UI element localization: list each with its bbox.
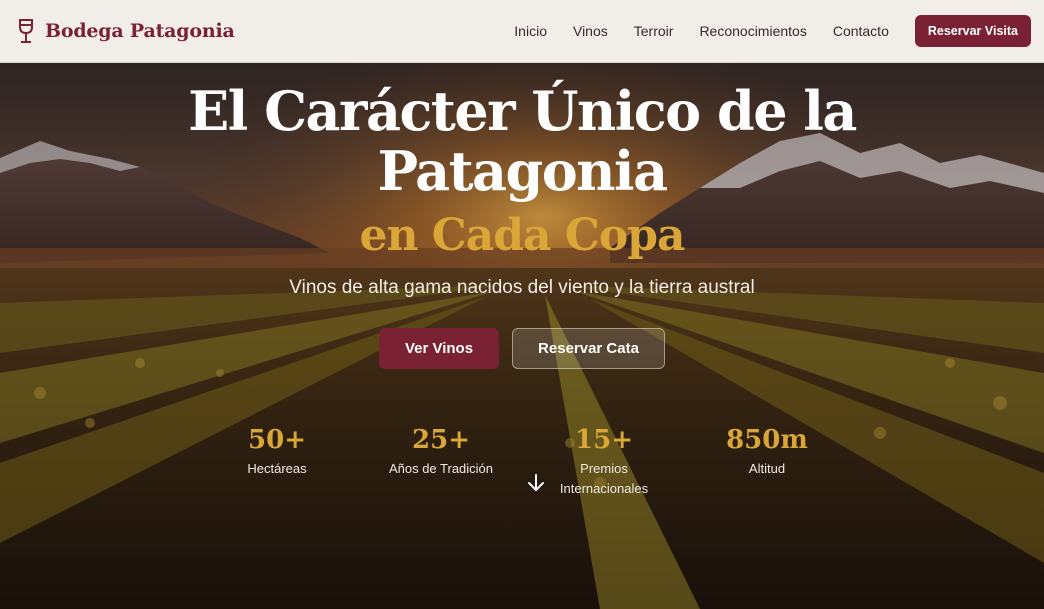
stat-hectareas: 50+ Hectáreas xyxy=(197,422,357,479)
stats-row: 50+ Hectáreas 25+ Años de Tradición 15+ … xyxy=(0,422,1044,512)
brand-name: Bodega Patagonia xyxy=(45,20,235,42)
brand-logo[interactable]: Bodega Patagonia xyxy=(17,18,235,44)
nav-link-inicio[interactable]: Inicio xyxy=(514,23,547,39)
hero-title-accent: en Cada Copa xyxy=(359,210,685,261)
stat-value: 850m xyxy=(726,425,808,455)
nav-link-terroir[interactable]: Terroir xyxy=(634,23,674,39)
hero-title-line1: El Carácter Único de la xyxy=(188,79,857,143)
stat-value: 25+ xyxy=(412,425,470,455)
arrow-down-icon[interactable] xyxy=(526,473,546,493)
stat-label: Hectáreas xyxy=(247,461,307,476)
stat-label: Años de Tradición xyxy=(388,461,494,476)
stat-anos: 25+ Años de Tradición xyxy=(361,422,521,479)
ver-vinos-button[interactable]: Ver Vinos xyxy=(379,328,499,369)
reservar-cata-button[interactable]: Reservar Cata xyxy=(512,328,665,369)
stat-value: 15+ xyxy=(575,425,633,455)
reservar-visita-button[interactable]: Reservar Visita xyxy=(914,15,1031,47)
hero-title-line2: Patagonia xyxy=(377,139,668,203)
hero-subtitle: Vinos de alta gama nacidos del viento y … xyxy=(289,277,755,298)
hero-title: El Carácter Único de la Patagonia xyxy=(0,81,1044,201)
nav-link-contacto[interactable]: Contacto xyxy=(833,23,889,39)
stat-altitud: 850m Altitud xyxy=(687,422,847,479)
wine-glass-icon xyxy=(19,19,33,43)
stat-premios: 15+ Premios Internacionales xyxy=(524,422,684,499)
nav-link-reconocimientos[interactable]: Reconocimientos xyxy=(699,23,806,39)
stat-label: Altitud xyxy=(748,461,786,476)
stat-value: 50+ xyxy=(248,425,306,455)
navbar: Bodega Patagonia Inicio Vinos Terroir Re… xyxy=(0,0,1044,63)
stat-label: Premios Internacionales xyxy=(559,461,649,496)
nav-link-vinos[interactable]: Vinos xyxy=(573,23,608,39)
nav-links: Inicio Vinos Terroir Reconocimientos Con… xyxy=(514,15,1031,47)
